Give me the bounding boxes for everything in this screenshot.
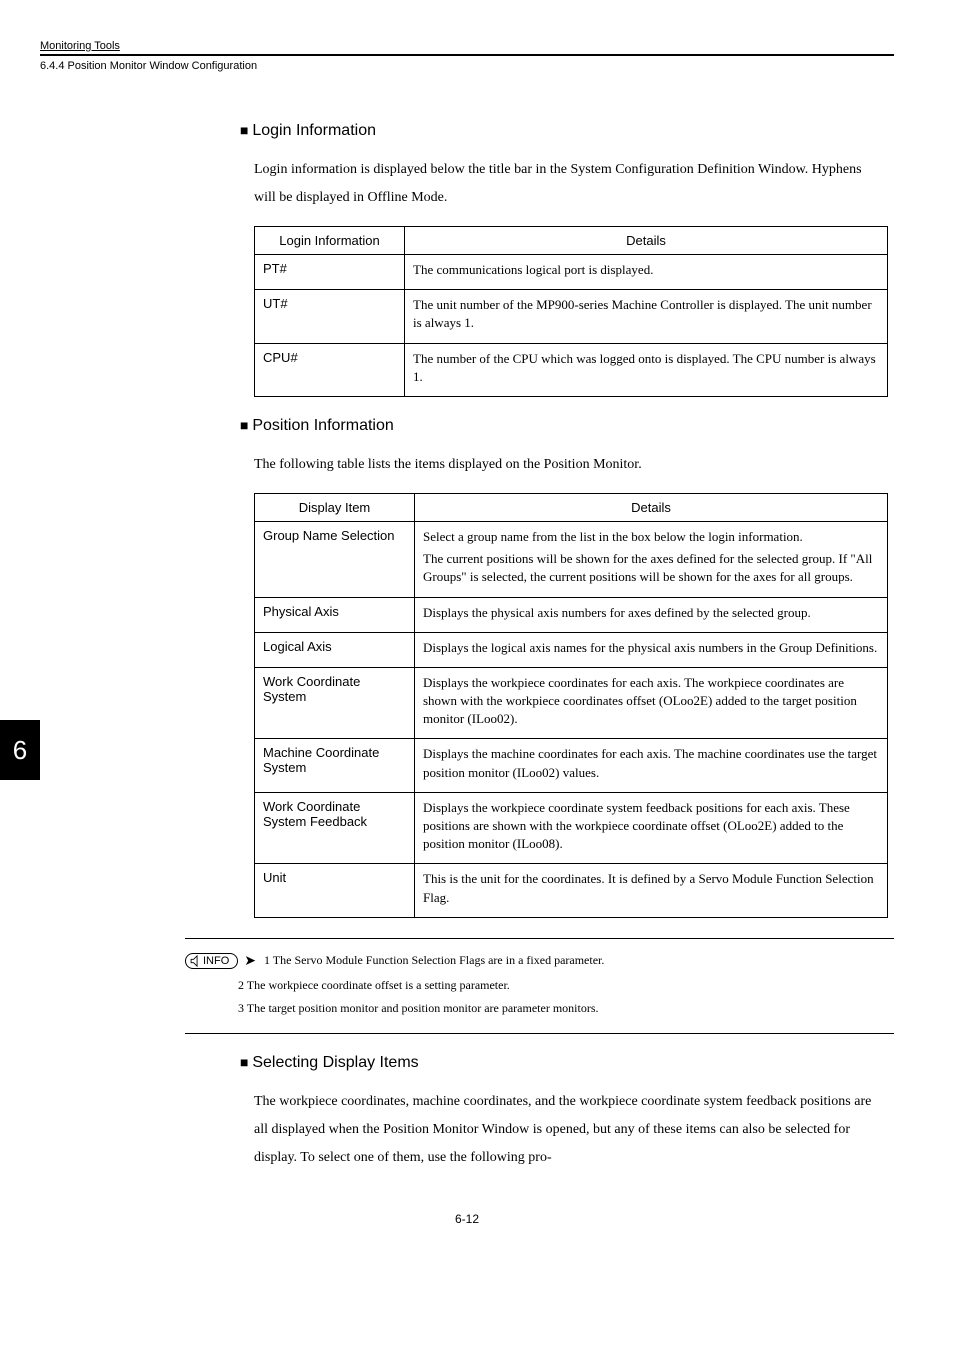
info-note-3: 3 The target position monitor and positi… <box>238 997 894 1020</box>
table-row: Physical Axis <box>255 597 415 632</box>
table-cell: Displays the workpiece coordinates for e… <box>415 667 888 739</box>
table-cell: The number of the CPU which was logged o… <box>405 343 888 396</box>
table-row: Group Name Selection <box>255 521 415 597</box>
info-speaker-icon <box>190 955 199 967</box>
table-cell: The communications logical port is displ… <box>405 255 888 290</box>
login-th-1: Details <box>405 227 888 255</box>
table-row: Machine Coordinate System <box>255 739 415 792</box>
table-cell: This is the unit for the coordinates. It… <box>415 864 888 917</box>
selecting-intro-text: The workpiece coordinates, machine coord… <box>254 1088 874 1172</box>
info-note-1: 1 The Servo Module Function Selection Fl… <box>264 953 604 968</box>
running-header-title: Monitoring Tools <box>40 40 894 52</box>
table-cell: The unit number of the MP900-series Mach… <box>405 290 888 343</box>
section-heading-selecting: Selecting Display Items <box>240 1054 874 1072</box>
table-row: CPU# <box>255 343 405 396</box>
table-cell: Select a group name from the list in the… <box>415 521 888 597</box>
position-th-0: Display Item <box>255 493 415 521</box>
info-note-2: 2 The workpiece coordinate offset is a s… <box>238 974 894 997</box>
table-row: Work Coordinate System Feedback <box>255 792 415 864</box>
page-number: 6-12 <box>40 1212 894 1226</box>
login-info-table: Login Information Details PT# The commun… <box>254 226 888 397</box>
position-info-table: Display Item Details Group Name Selectio… <box>254 493 888 918</box>
arrow-right-icon: ➤ <box>244 953 256 970</box>
position-th-1: Details <box>415 493 888 521</box>
info-badge-label: INFO <box>203 955 229 967</box>
table-row: UT# <box>255 290 405 343</box>
login-th-0: Login Information <box>255 227 405 255</box>
login-intro-text: Login information is displayed below the… <box>254 156 874 212</box>
divider <box>185 938 894 939</box>
table-cell: Displays the workpiece coordinate system… <box>415 792 888 864</box>
divider <box>185 1033 894 1034</box>
table-cell: Displays the logical axis names for the … <box>415 632 888 667</box>
chapter-side-tab: 6 <box>0 720 40 780</box>
position-intro-text: The following table lists the items disp… <box>254 451 874 479</box>
info-badge: INFO <box>185 953 238 969</box>
table-row: Unit <box>255 864 415 917</box>
table-row: Logical Axis <box>255 632 415 667</box>
running-header-sub: 6.4.4 Position Monitor Window Configurat… <box>40 54 894 72</box>
table-cell: Displays the physical axis numbers for a… <box>415 597 888 632</box>
info-note-row: INFO ➤ 1 The Servo Module Function Selec… <box>185 953 894 970</box>
section-heading-position: Position Information <box>240 417 874 435</box>
table-cell: Displays the machine coordinates for eac… <box>415 739 888 792</box>
section-heading-login: Login Information <box>240 122 874 140</box>
table-row: Work Coordinate System <box>255 667 415 739</box>
table-row: PT# <box>255 255 405 290</box>
